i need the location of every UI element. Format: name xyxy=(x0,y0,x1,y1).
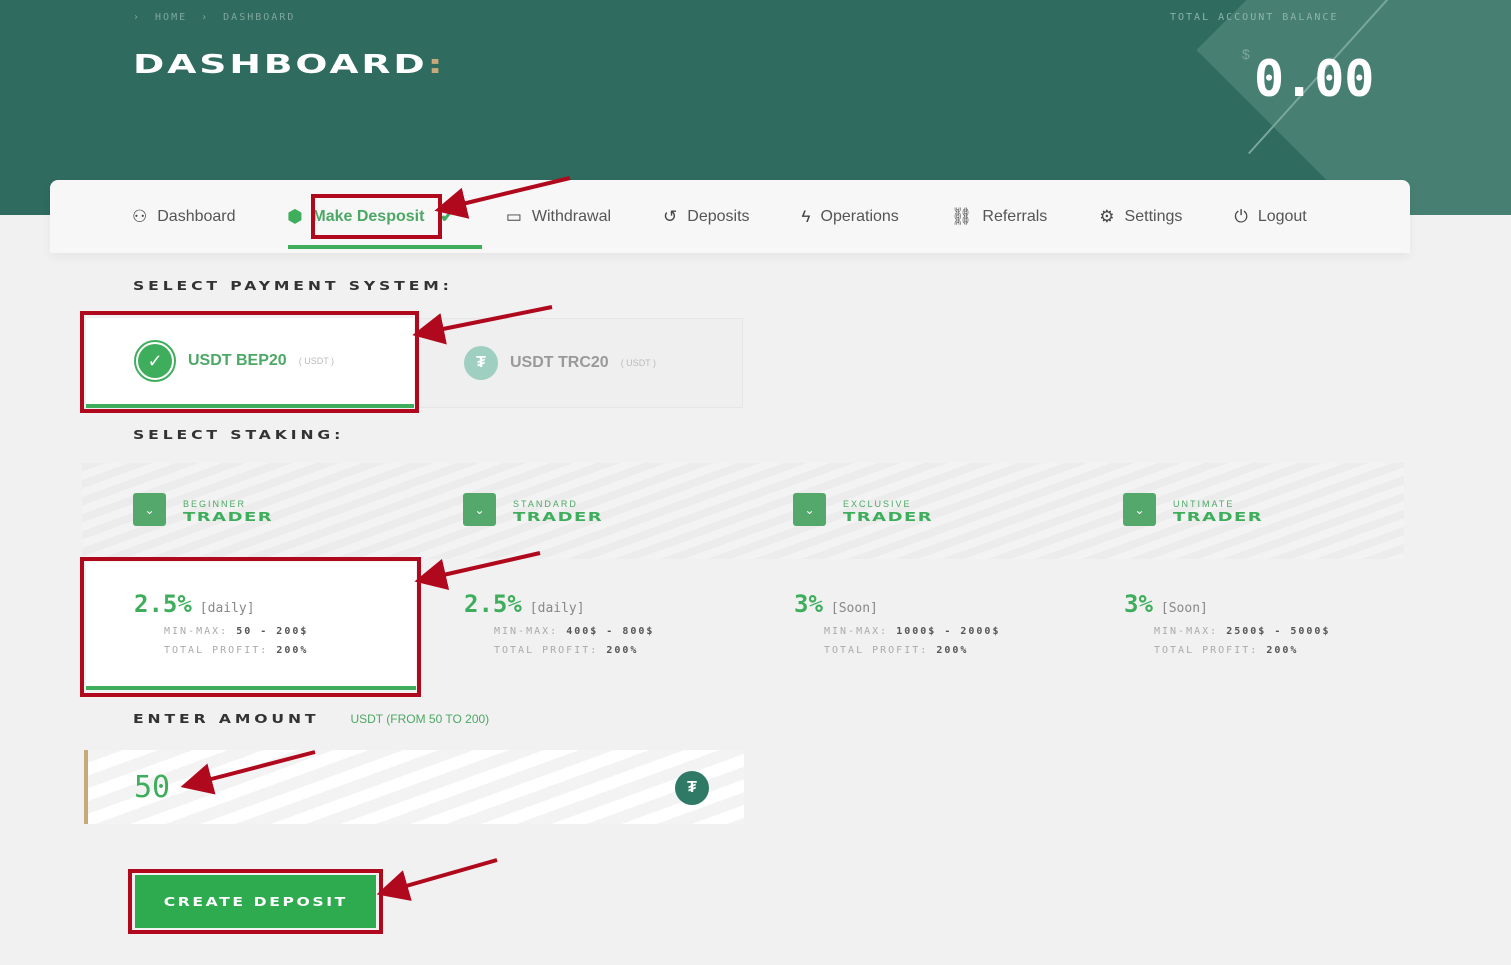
amount-input[interactable] xyxy=(88,750,648,824)
plan-minmax: MIN-MAX: 50 - 200$ xyxy=(164,626,309,637)
balance-currency: $ xyxy=(1242,46,1250,62)
balance-label: TOTAL ACCOUNT BALANCE xyxy=(1170,12,1339,23)
plan-minmax: MIN-MAX: 1000$ - 2000$ xyxy=(824,626,1001,637)
plan-card[interactable]: 3% [Soon] MIN-MAX: 2500$ - 5000$ TOTAL PR… xyxy=(1076,562,1406,690)
breadcrumb-dashboard: DASHBOARD xyxy=(223,12,296,23)
nav-referrals[interactable]: ⛓ Referrals xyxy=(951,180,1048,253)
nav-dashboard[interactable]: ⚇ Dashboard xyxy=(132,180,236,253)
plan-profit: TOTAL PROFIT: 200% xyxy=(824,645,969,656)
plan-profit: TOTAL PROFIT: 200% xyxy=(1154,645,1299,656)
nav-label: Dashboard xyxy=(157,207,236,225)
nav-make-deposit[interactable]: ⬢ Make Desposit ✔ xyxy=(287,180,483,253)
link-icon: ⛓ xyxy=(950,206,973,226)
plan-minmax: MIN-MAX: 400$ - 800$ xyxy=(494,626,655,637)
plan-minmax: MIN-MAX: 2500$ - 5000$ xyxy=(1154,626,1331,637)
nav-settings[interactable]: ⚙ Settings xyxy=(1099,180,1182,253)
plan-tier: UNTIMATE xyxy=(1173,499,1235,509)
nav-logout[interactable]: ⏻ Logout xyxy=(1234,180,1306,253)
breadcrumb-home[interactable]: HOME xyxy=(155,12,187,23)
tether-icon: ₮ xyxy=(464,346,498,380)
nav-label: Settings xyxy=(1124,207,1183,225)
plan-card[interactable]: 3% [Soon] MIN-MAX: 1000$ - 2000$ TOTAL PR… xyxy=(746,562,1076,690)
plan-tier: STANDARD xyxy=(513,499,578,509)
payment-sub: ( USDT ) xyxy=(298,356,335,366)
amount-label: ENTER AMOUNT USDT (FROM 50 TO 200) xyxy=(133,712,489,726)
tether-icon: ₮ xyxy=(675,771,709,805)
chevron-down-icon: ⌄ xyxy=(133,493,166,526)
plan-name: TRADER xyxy=(843,510,934,524)
main-nav: ⚇ Dashboard ⬢ Make Desposit ✔ ▭ Withdrawal ↺… xyxy=(50,180,1410,253)
wallet-icon: ▭ xyxy=(505,206,522,226)
nav-label: Withdrawal xyxy=(531,207,612,225)
payment-name: USDT TRC20 xyxy=(510,354,609,371)
nav-deposits[interactable]: ↺ Deposits xyxy=(663,180,750,253)
chevron-down-icon: ⌄ xyxy=(463,493,496,526)
amount-heading: ENTER AMOUNT xyxy=(133,712,320,726)
plan-profit: TOTAL PROFIT: 200% xyxy=(494,645,639,656)
check-icon: ✔ xyxy=(440,208,454,226)
page-title: DASHBOARD: xyxy=(133,50,446,80)
chevron-down-icon: ⌄ xyxy=(1123,493,1156,526)
plan-rate: 2.5% [daily] xyxy=(134,590,255,618)
nav-label: Referrals xyxy=(982,207,1048,225)
payment-name: USDT BEP20 xyxy=(188,352,287,369)
payment-heading: SELECT PAYMENT SYSTEM: xyxy=(133,279,453,293)
plan-tier: BEGINNER xyxy=(183,499,247,509)
amount-hint: USDT (FROM 50 TO 200) xyxy=(350,712,490,726)
user-icon: ⚇ xyxy=(132,206,148,226)
chevron-down-icon: ⌄ xyxy=(793,493,826,526)
staking-heading: SELECT STAKING: xyxy=(133,428,345,442)
nav-operations[interactable]: ϟ Operations xyxy=(802,180,899,253)
plan-name: TRADER xyxy=(183,510,274,524)
plan-card[interactable]: 2.5% [daily] MIN-MAX: 50 - 200$ TOTAL PRO… xyxy=(86,562,416,690)
balance-value: 0.00 xyxy=(1254,50,1375,108)
create-deposit-button[interactable]: CREATE DEPOSIT xyxy=(135,875,376,928)
payment-option-trc20[interactable]: ₮ USDT TRC20 ( USDT ) xyxy=(415,318,743,408)
nav-label: Deposits xyxy=(687,207,750,225)
payment-sub: ( USDT ) xyxy=(620,358,657,368)
plan-tier: EXCLUSIVE xyxy=(843,499,912,509)
plan-profit: TOTAL PROFIT: 200% xyxy=(164,645,309,656)
bolt-icon: ϟ xyxy=(801,206,811,226)
nav-label: Make Desposit xyxy=(312,207,425,225)
gear-icon: ⚙ xyxy=(1099,206,1115,226)
nav-withdrawal[interactable]: ▭ Withdrawal xyxy=(506,180,611,253)
plan-name: TRADER xyxy=(1173,510,1264,524)
plan-card[interactable]: 2.5% [daily] MIN-MAX: 400$ - 800$ TOTAL P… xyxy=(416,562,746,690)
amount-field-wrap: ₮ xyxy=(84,750,744,824)
plan-rate: 2.5% [daily] xyxy=(464,590,585,618)
power-icon: ⏻ xyxy=(1234,206,1248,226)
cube-icon: ⬢ xyxy=(287,206,303,226)
breadcrumb: › HOME › DASHBOARD xyxy=(133,12,296,23)
plan-rate: 3% [Soon] xyxy=(1124,590,1208,618)
nav-label: Operations xyxy=(820,207,899,225)
payment-option-bep20[interactable]: ✓ USDT BEP20 ( USDT ) xyxy=(86,318,414,408)
plan-name: TRADER xyxy=(513,510,604,524)
check-icon: ✓ xyxy=(134,340,176,382)
nav-label: Logout xyxy=(1257,207,1307,225)
history-icon: ↺ xyxy=(663,206,678,226)
plan-rate: 3% [Soon] xyxy=(794,590,878,618)
